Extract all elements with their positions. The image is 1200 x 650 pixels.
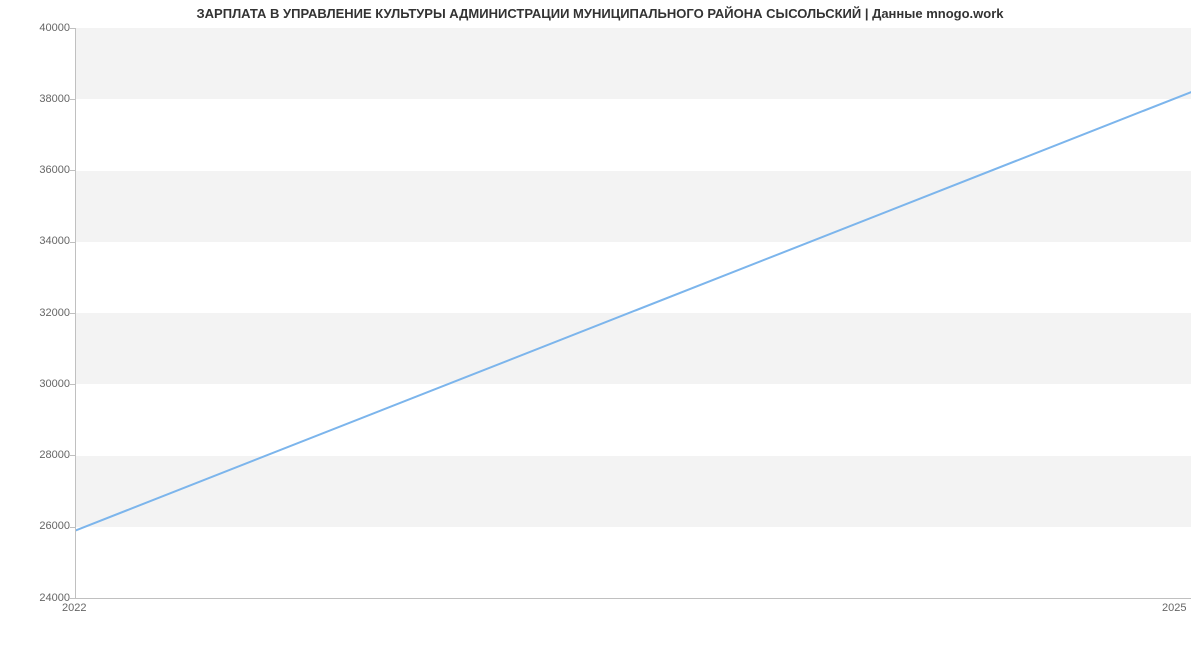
chart-line-svg [76, 28, 1191, 598]
y-tick-label: 36000 [10, 164, 70, 176]
x-tick-label: 2025 [1162, 602, 1186, 614]
plot-area [75, 28, 1191, 599]
y-tick-label: 30000 [10, 378, 70, 390]
x-tick-label: 2022 [62, 602, 86, 614]
chart-title: ЗАРПЛАТА В УПРАВЛЕНИЕ КУЛЬТУРЫ АДМИНИСТР… [0, 6, 1200, 21]
y-tick-label: 28000 [10, 449, 70, 461]
y-tick-label: 32000 [10, 307, 70, 319]
y-tick-label: 24000 [10, 592, 70, 604]
chart-container: ЗАРПЛАТА В УПРАВЛЕНИЕ КУЛЬТУРЫ АДМИНИСТР… [0, 0, 1200, 650]
series-line [76, 92, 1191, 530]
y-tick-label: 38000 [10, 93, 70, 105]
y-tick-label: 26000 [10, 520, 70, 532]
y-tick-label: 34000 [10, 235, 70, 247]
y-tick-label: 40000 [10, 22, 70, 34]
